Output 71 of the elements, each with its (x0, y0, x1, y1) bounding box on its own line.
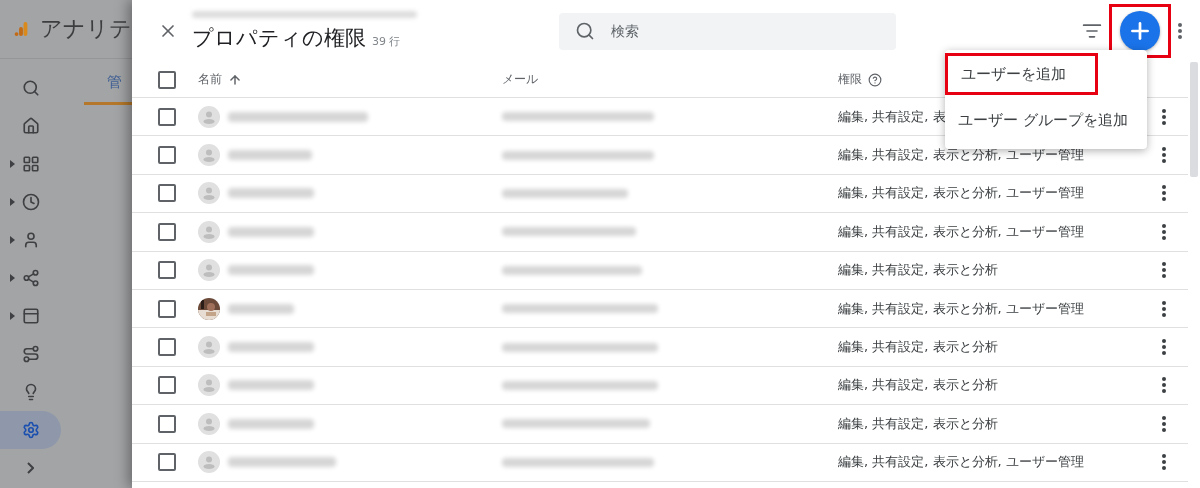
table-cell: 編集, 共有設定, 表示と分析, ユーザー管理 (838, 146, 1084, 165)
row-checkbox[interactable] (158, 414, 176, 433)
avatar-icon (198, 105, 220, 128)
table-cell: 編集, 共有設定, 表示と分析 (838, 261, 998, 280)
table-cell: 編集, 共有設定, 表 (838, 107, 946, 126)
branch-icon (21, 269, 40, 287)
row-checkbox[interactable] (158, 376, 176, 395)
row-checkbox[interactable] (158, 107, 176, 126)
clock-icon (21, 193, 40, 211)
table-icon (21, 307, 40, 325)
search-icon (575, 20, 595, 41)
app-title: アナリテ (40, 15, 132, 43)
add-button[interactable] (1120, 11, 1160, 51)
more-vertical-icon (1162, 415, 1166, 432)
avatar-icon (198, 451, 220, 474)
table-cell: 編集, 共有設定, 表示と分析, ユーザー管理 (838, 453, 1084, 472)
expand-icon (10, 312, 15, 320)
table-cell: 編集, 共有設定, 表示と分析, ユーザー管理 (838, 184, 1084, 203)
more-vertical-icon (1162, 454, 1166, 471)
more-vertical-icon (1162, 377, 1166, 394)
avatar-icon (198, 220, 220, 243)
avatar-icon (198, 374, 220, 397)
home-icon (21, 117, 40, 135)
table-cell: 編集, 共有設定, 表示と分析, ユーザー管理 (838, 299, 1084, 318)
more-vertical-icon (1162, 185, 1166, 202)
more-vertical-icon (1162, 147, 1166, 164)
table-cell: 編集, 共有設定, 表示と分析 (838, 414, 998, 433)
expand-icon (10, 274, 15, 282)
row-checkbox[interactable] (158, 146, 176, 165)
expand-icon (10, 198, 15, 206)
row-checkbox[interactable] (158, 299, 176, 318)
panel-title: プロパティの権限 (192, 24, 366, 52)
column-header[interactable]: 名前 (198, 71, 222, 88)
more-vertical-icon (1162, 108, 1166, 125)
sidebar-item[interactable] (0, 411, 61, 449)
filter-icon (1082, 21, 1102, 41)
help-icon[interactable] (868, 72, 882, 87)
more-vertical-icon (1162, 262, 1166, 279)
more-vertical-icon (1162, 223, 1166, 240)
row-checkbox[interactable] (158, 453, 176, 472)
dashboard-icon (21, 155, 40, 173)
avatar-icon (198, 182, 220, 205)
column-header: 権限 (838, 71, 862, 88)
search-icon (21, 79, 40, 97)
avatar-icon (198, 412, 220, 435)
row-count: 39 行 (372, 33, 401, 49)
row-checkbox[interactable] (158, 261, 176, 280)
settings-icon (21, 421, 40, 439)
expand-icon (10, 236, 15, 244)
column-header: メール (502, 71, 538, 88)
more-vertical-icon (1162, 300, 1166, 317)
avatar-icon (198, 259, 220, 282)
menu-item[interactable]: ユーザーを追加 (948, 56, 1095, 92)
blurred-text (228, 303, 294, 314)
row-checkbox[interactable] (158, 338, 176, 357)
table-cell: 編集, 共有設定, 表示と分析 (838, 338, 998, 357)
table-cell: 編集, 共有設定, 表示と分析, ユーザー管理 (838, 222, 1084, 241)
path-icon (21, 345, 40, 363)
table-cell: 編集, 共有設定, 表示と分析 (838, 376, 998, 395)
more-vertical-icon (1162, 339, 1166, 356)
row-checkbox[interactable] (158, 222, 176, 241)
avatar-icon (198, 336, 220, 359)
expand-icon (10, 160, 15, 168)
chevron-right-icon (27, 462, 34, 474)
avatar-icon (198, 144, 220, 167)
select-all-checkbox[interactable] (158, 70, 176, 89)
menu-item[interactable]: ユーザー グループを追加 (945, 97, 1147, 143)
search-field[interactable]: 検索 (559, 12, 896, 50)
scrollbar[interactable] (1190, 62, 1198, 177)
row-checkbox[interactable] (158, 184, 176, 203)
more-vertical-icon (1178, 23, 1182, 39)
